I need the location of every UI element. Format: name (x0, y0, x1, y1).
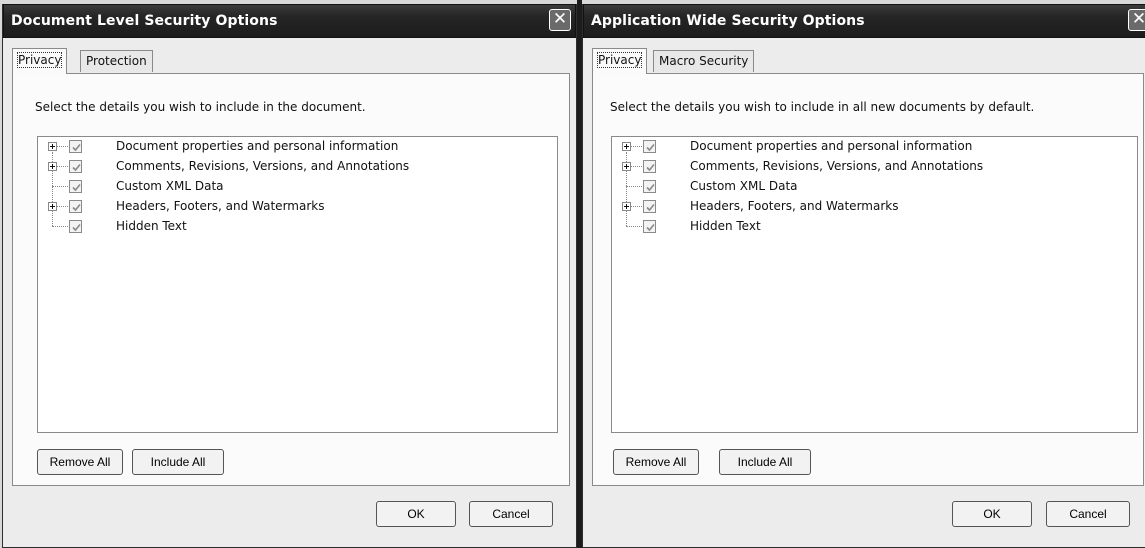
tree-item-label: Comments, Revisions, Versions, and Annot… (690, 159, 984, 173)
tree-item-label: Headers, Footers, and Watermarks (690, 199, 899, 213)
tree-connector (57, 146, 68, 147)
expand-icon[interactable] (622, 162, 631, 171)
tab-privacy[interactable]: Privacy (12, 48, 68, 74)
ok-button[interactable]: OK (952, 501, 1032, 527)
checkbox-headers-footers[interactable] (643, 200, 656, 213)
tree-guide-line (626, 217, 627, 226)
checkbox-headers-footers[interactable] (69, 200, 82, 213)
include-all-button[interactable]: Include All (719, 449, 811, 475)
close-icon: ✕ (552, 9, 568, 29)
tree-item-label: Document properties and personal informa… (690, 139, 973, 153)
tree-connector (52, 186, 68, 187)
document-level-security-dialog: Document Level Security Options ✕ Privac… (2, 4, 577, 548)
expand-icon[interactable] (48, 162, 57, 171)
tree-item-headers-footers: Headers, Footers, and Watermarks (38, 197, 557, 217)
tree-connector (631, 206, 642, 207)
check-icon (646, 163, 655, 172)
close-button[interactable]: ✕ (549, 9, 571, 31)
tree-item-custom-xml: Custom XML Data (38, 177, 557, 197)
tab-protection[interactable]: Protection (80, 50, 153, 72)
checkbox-document-properties[interactable] (643, 140, 656, 153)
title-bar: Application Wide Security Options ✕ (583, 4, 1145, 38)
tree-item-label: Comments, Revisions, Versions, and Annot… (116, 159, 410, 173)
tree-item-label: Document properties and personal informa… (116, 139, 399, 153)
check-icon (72, 183, 81, 192)
checkbox-custom-xml[interactable] (69, 180, 82, 193)
expand-icon[interactable] (48, 202, 57, 211)
close-button[interactable]: ✕ (1128, 9, 1145, 31)
tree-connector (631, 146, 642, 147)
tree-item-document-properties: Document properties and personal informa… (38, 137, 557, 157)
tree-item-headers-footers: Headers, Footers, and Watermarks (612, 197, 1137, 217)
checkbox-comments-revisions[interactable] (69, 160, 82, 173)
check-icon (646, 143, 655, 152)
tree-connector (631, 166, 642, 167)
title-bar: Document Level Security Options ✕ (3, 4, 576, 38)
dialog-title: Application Wide Security Options (591, 13, 865, 29)
checkbox-document-properties[interactable] (69, 140, 82, 153)
tree-connector (626, 186, 642, 187)
tree-connector (52, 226, 68, 227)
tree-item-document-properties: Document properties and personal informa… (612, 137, 1137, 157)
expand-icon[interactable] (622, 142, 631, 151)
tab-label: Privacy (16, 52, 63, 68)
tree-item-comments-revisions: Comments, Revisions, Versions, and Annot… (38, 157, 557, 177)
tree-item-label: Headers, Footers, and Watermarks (116, 199, 325, 213)
checkbox-hidden-text[interactable] (69, 220, 82, 233)
check-icon (646, 203, 655, 212)
tree-item-label: Hidden Text (116, 219, 187, 233)
tree-item-comments-revisions: Comments, Revisions, Versions, and Annot… (612, 157, 1137, 177)
checkbox-comments-revisions[interactable] (643, 160, 656, 173)
remove-all-button[interactable]: Remove All (37, 449, 123, 475)
tab-label: Macro Security (659, 54, 749, 68)
instruction-text: Select the details you wish to include i… (35, 100, 366, 114)
expand-icon[interactable] (622, 202, 631, 211)
checkbox-hidden-text[interactable] (643, 220, 656, 233)
check-icon (72, 163, 81, 172)
privacy-tree[interactable]: Document properties and personal informa… (611, 136, 1138, 433)
close-icon: ✕ (1131, 9, 1145, 29)
cancel-button[interactable]: Cancel (469, 501, 553, 527)
check-icon (72, 203, 81, 212)
cancel-button[interactable]: Cancel (1046, 501, 1130, 527)
privacy-tree[interactable]: Document properties and personal informa… (37, 136, 558, 433)
tree-item-hidden-text: Hidden Text (612, 217, 1137, 237)
tree-item-custom-xml: Custom XML Data (612, 177, 1137, 197)
tree-item-hidden-text: Hidden Text (38, 217, 557, 237)
check-icon (646, 223, 655, 232)
application-wide-security-dialog: Application Wide Security Options ✕ Priv… (582, 4, 1145, 548)
tab-macro-security[interactable]: Macro Security (653, 50, 755, 72)
privacy-panel: Select the details you wish to include i… (592, 73, 1144, 486)
tree-item-label: Hidden Text (690, 219, 761, 233)
check-icon (646, 183, 655, 192)
tree-connector (57, 206, 68, 207)
dialog-title: Document Level Security Options (11, 13, 278, 29)
instruction-text: Select the details you wish to include i… (610, 100, 1035, 114)
expand-icon[interactable] (48, 142, 57, 151)
tab-label: Protection (86, 54, 147, 68)
tree-item-label: Custom XML Data (690, 179, 798, 193)
tree-guide-line (52, 217, 53, 226)
tree-item-label: Custom XML Data (116, 179, 224, 193)
include-all-button[interactable]: Include All (132, 449, 224, 475)
ok-button[interactable]: OK (376, 501, 456, 527)
tree-connector (57, 166, 68, 167)
checkbox-custom-xml[interactable] (643, 180, 656, 193)
tab-label: Privacy (596, 52, 643, 68)
privacy-panel: Select the details you wish to include i… (12, 73, 570, 486)
tab-privacy[interactable]: Privacy (592, 48, 648, 74)
remove-all-button[interactable]: Remove All (613, 449, 699, 475)
check-icon (72, 223, 81, 232)
tree-connector (626, 226, 642, 227)
check-icon (72, 143, 81, 152)
